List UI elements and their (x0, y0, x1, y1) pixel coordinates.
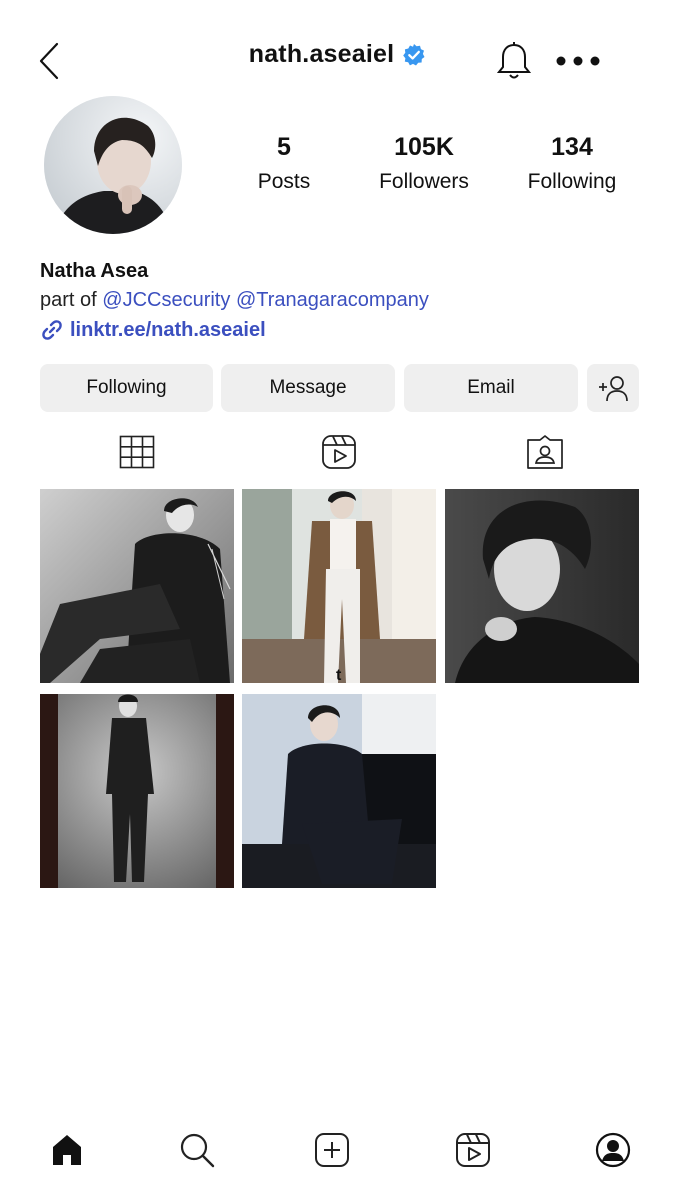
bell-icon (496, 42, 532, 79)
following-label: Following (527, 170, 617, 193)
post-caption: t (336, 667, 342, 684)
stat-followers[interactable]: 105K Followers (349, 132, 499, 202)
more-dots-icon (556, 56, 600, 66)
stat-following[interactable]: 134 Following (497, 132, 647, 202)
verified-badge-icon (403, 43, 425, 65)
followers-count: 105K (394, 133, 454, 161)
home-icon (53, 1135, 81, 1165)
post-image (40, 694, 234, 888)
search-icon (180, 1133, 215, 1168)
username-title: nath.aseaiel (248, 40, 395, 68)
post-image (445, 489, 639, 683)
link-icon (42, 320, 62, 340)
bio-text: part of @JCCsecurity @Tranagaracompany (40, 284, 640, 316)
bottom-nav (0, 1100, 675, 1200)
following-button[interactable]: Following (40, 364, 213, 412)
posts-label: Posts (257, 170, 311, 193)
reels-icon (322, 435, 356, 469)
bio-link-text: linktr.ee/nath.aseaiel (70, 318, 266, 341)
mention-jccsecurity[interactable]: @JCCsecurity (102, 289, 230, 311)
tab-tagged[interactable] (525, 432, 565, 472)
notifications-button[interactable] (494, 40, 534, 82)
grid-icon (119, 435, 155, 469)
nav-profile[interactable] (593, 1130, 633, 1170)
profile-icon (595, 1132, 631, 1168)
post-tile[interactable] (445, 489, 639, 683)
nav-reels[interactable] (453, 1130, 493, 1170)
mention-tranagaracompany[interactable]: @Tranagaracompany (236, 289, 429, 311)
post-image (242, 489, 436, 683)
profile-avatar[interactable] (44, 96, 182, 234)
profile-bio: Natha Asea part of @JCCsecurity @Tranaga… (40, 258, 640, 342)
suggested-users-button[interactable] (587, 364, 639, 412)
tab-grid[interactable] (117, 432, 157, 472)
post-image (40, 489, 234, 683)
nav-create[interactable] (312, 1130, 352, 1170)
post-tile[interactable] (242, 489, 436, 683)
display-name: Natha Asea (40, 260, 149, 282)
bio-prefix: part of (40, 289, 97, 311)
post-tile[interactable] (40, 694, 234, 888)
post-tile[interactable] (40, 489, 234, 683)
bio-link[interactable]: linktr.ee/nath.aseaiel (40, 318, 640, 342)
more-options-button[interactable] (552, 48, 604, 74)
reels-icon (456, 1133, 490, 1167)
followers-label: Followers (379, 170, 469, 193)
nav-search[interactable] (177, 1130, 217, 1170)
posts-count: 5 (277, 133, 291, 161)
nav-home[interactable] (47, 1130, 87, 1170)
tagged-icon (527, 435, 563, 469)
message-button[interactable]: Message (221, 364, 395, 412)
tab-reels[interactable] (319, 432, 359, 472)
following-count: 134 (551, 133, 593, 161)
post-tile[interactable] (242, 694, 436, 888)
create-icon (315, 1133, 349, 1167)
email-button[interactable]: Email (404, 364, 578, 412)
post-image (242, 694, 436, 888)
stat-posts[interactable]: 5 Posts (209, 132, 359, 202)
content-tabs (0, 432, 675, 476)
profile-actions: Following Message Email (40, 364, 640, 412)
add-person-icon (599, 376, 628, 402)
avatar-photo (44, 96, 182, 234)
